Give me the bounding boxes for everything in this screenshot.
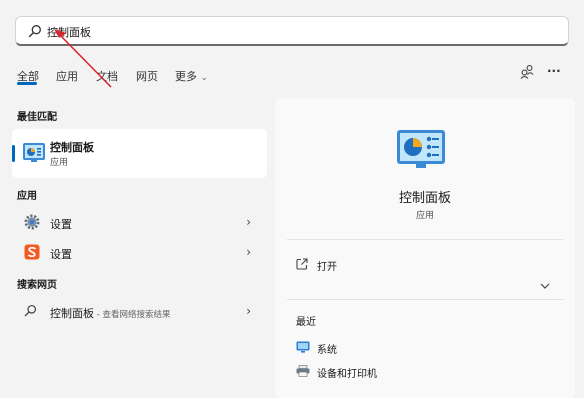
- recent-item-system[interactable]: 系统: [317, 341, 337, 356]
- system-monitor-icon: [296, 341, 310, 353]
- sogou-settings-icon: [24, 244, 40, 260]
- app-item-label: 设置: [50, 218, 72, 231]
- detail-panel: 控制面板 应用 打开 最近 系统 设备和打印机: [275, 98, 575, 398]
- control-panel-icon: [397, 130, 445, 168]
- chevron-down-icon: ⌄: [200, 73, 209, 83]
- tab-documents[interactable]: 文档: [96, 68, 118, 84]
- best-match-title: 控制面板: [50, 141, 94, 154]
- search-input[interactable]: 控制面板: [47, 24, 91, 40]
- web-search-item[interactable]: 控制面板 - 查看网络搜索结果 ›: [12, 298, 267, 324]
- recent-item-devices-printers[interactable]: 设备和打印机: [317, 365, 377, 380]
- selection-indicator: [12, 145, 15, 162]
- apps-heading: 应用: [17, 191, 37, 202]
- detail-subtitle: 应用: [415, 211, 434, 221]
- tab-apps[interactable]: 应用: [56, 68, 78, 84]
- app-item-settings[interactable]: 设置 ›: [12, 209, 267, 235]
- tab-more[interactable]: 更多 ⌄: [175, 68, 208, 84]
- open-action[interactable]: 打开: [317, 258, 337, 273]
- best-match-item[interactable]: 控制面板 应用: [12, 129, 267, 178]
- divider: [287, 299, 563, 300]
- divider: [287, 239, 563, 240]
- more-options-icon[interactable]: ···: [547, 64, 561, 78]
- web-search-label: 控制面板 - 查看网络搜索结果: [50, 305, 170, 321]
- web-search-query: 控制面板: [50, 307, 94, 320]
- printer-icon: [296, 365, 310, 377]
- web-search-heading: 搜索网页: [17, 280, 57, 291]
- tab-web[interactable]: 网页: [136, 68, 158, 84]
- app-item-settings-2[interactable]: 设置 ›: [12, 239, 267, 265]
- detail-title: 控制面板: [398, 191, 451, 206]
- open-icon: [296, 258, 308, 270]
- control-panel-icon: [23, 143, 45, 162]
- share-icon[interactable]: [519, 64, 535, 80]
- app-item-label: 设置: [50, 248, 72, 261]
- search-icon: [28, 25, 41, 38]
- search-box[interactable]: 控制面板: [15, 16, 569, 46]
- best-match-subtitle: 应用: [50, 158, 69, 168]
- web-search-suffix: - 查看网络搜索结果: [94, 310, 171, 320]
- tab-active-indicator: [17, 82, 37, 85]
- chevron-down-icon[interactable]: [538, 279, 552, 293]
- chevron-right-icon[interactable]: ›: [246, 245, 251, 259]
- search-icon: [24, 304, 37, 317]
- gear-icon: [24, 214, 40, 230]
- chevron-right-icon[interactable]: ›: [246, 304, 251, 318]
- tab-more-label: 更多: [175, 70, 197, 83]
- best-match-heading: 最佳匹配: [17, 112, 57, 123]
- chevron-right-icon[interactable]: ›: [246, 215, 251, 229]
- recent-heading: 最近: [296, 317, 316, 328]
